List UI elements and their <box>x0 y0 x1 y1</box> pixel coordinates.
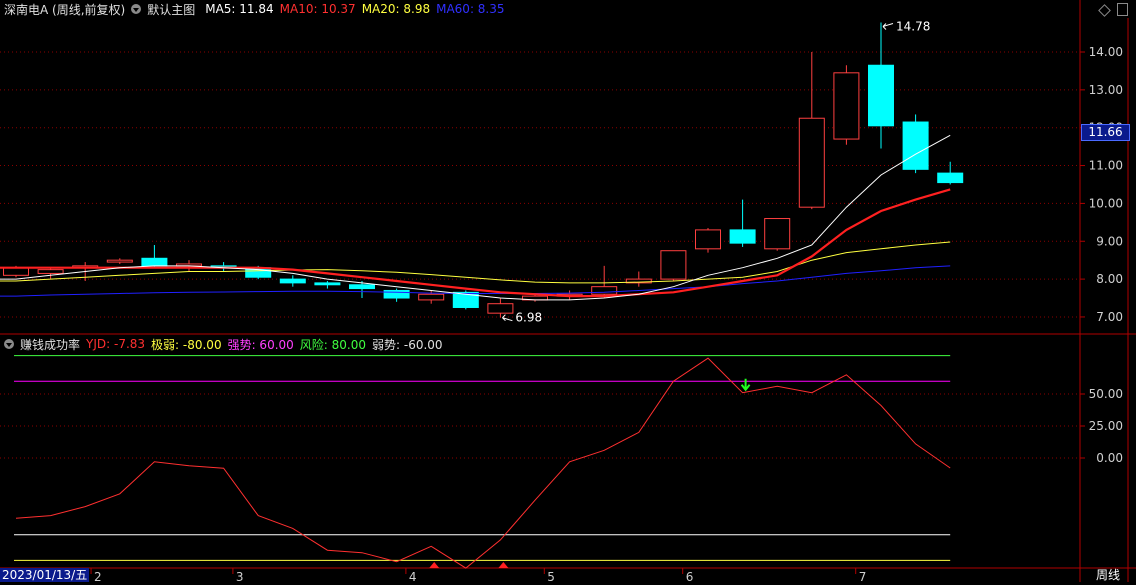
cursor-date-label: 2023/01/13/五 <box>0 568 90 582</box>
candle-body[interactable] <box>798 117 825 208</box>
x-tick-label: 2 <box>94 570 102 582</box>
candle-body[interactable] <box>729 229 756 244</box>
diamond-icon[interactable] <box>1098 4 1111 17</box>
candle-body[interactable] <box>902 121 929 170</box>
qiangshi-label: 强势: 60.00 <box>227 337 294 352</box>
ma20-label: MA20: 8.98 <box>361 2 431 16</box>
panel-icon[interactable] <box>1117 3 1128 16</box>
indicator-y-tick-label: 50.00 <box>1089 387 1123 401</box>
candle-body[interactable] <box>279 278 306 284</box>
yjd-line <box>15 357 951 569</box>
candle-body[interactable] <box>833 72 860 140</box>
ma10-label: MA10: 10.37 <box>279 2 356 16</box>
window-controls <box>1098 3 1128 17</box>
dropdown-icon[interactable] <box>131 4 142 14</box>
ma60-line <box>0 265 951 297</box>
annotation-label: 6.98 <box>515 311 542 325</box>
indicator-y-tick-label: 25.00 <box>1089 419 1123 433</box>
annotation-arrow <box>502 314 513 322</box>
candle-body[interactable] <box>3 267 29 276</box>
main-chart-header: 深南电A (周线,前复权) 默认主图 MA5: 11.84 MA10: 10.3… <box>0 0 511 18</box>
main-y-tick-label: 7.00 <box>1096 310 1123 324</box>
current-price-tag: 11.66 <box>1081 124 1130 141</box>
candle-body[interactable] <box>314 282 341 286</box>
x-tick-label: 6 <box>686 570 694 582</box>
candle-body[interactable] <box>349 284 375 290</box>
x-tick-label: 5 <box>547 570 555 582</box>
stock-title[interactable]: 深南电A (周线,前复权) <box>4 1 125 18</box>
chart-canvas[interactable]: 14.0013.0012.0011.0010.009.008.007.0050.… <box>0 0 1136 584</box>
candle-body[interactable] <box>106 259 133 263</box>
main-y-tick-label: 8.00 <box>1096 272 1123 286</box>
x-tick-label: 3 <box>236 570 244 582</box>
annotation-label: 14.78 <box>896 19 930 33</box>
annotation-arrow <box>882 22 894 30</box>
x-tick-label: 4 <box>409 570 417 582</box>
indicator-y-tick-label: 0.00 <box>1096 451 1123 465</box>
x-tick-label: 7 <box>859 570 867 582</box>
candle-body[interactable] <box>37 269 64 274</box>
candle-body[interactable] <box>418 293 445 301</box>
sell-signal-marker <box>740 378 751 392</box>
main-y-tick-label: 10.00 <box>1089 196 1123 210</box>
indicator-dropdown-icon[interactable] <box>4 339 14 349</box>
ma60-label: MA60: 8.35 <box>436 2 505 16</box>
main-y-tick-label: 9.00 <box>1096 234 1123 248</box>
main-y-tick-label: 14.00 <box>1089 45 1123 59</box>
candle-body[interactable] <box>764 218 791 250</box>
indicator-header: 赚钱成功率 YJD: -7.83 极弱: -80.00 强势: 60.00 风险… <box>0 335 449 353</box>
buy-signal-marker <box>498 562 509 568</box>
template-label[interactable]: 默认主图 <box>147 1 195 18</box>
candle-body[interactable] <box>591 286 618 295</box>
candle-body[interactable] <box>868 64 894 127</box>
jiruo-label: 极弱: -80.00 <box>151 337 222 352</box>
chart-stage[interactable]: 14.0013.0012.0011.0010.009.008.007.0050.… <box>0 0 1136 584</box>
buy-signal-marker <box>429 562 440 568</box>
candle-body[interactable] <box>141 257 168 267</box>
period-button[interactable]: 周线 <box>1084 568 1132 582</box>
ma5-label: MA5: 11.84 <box>205 2 274 16</box>
candle-body[interactable] <box>695 229 721 250</box>
candle-body[interactable] <box>487 303 514 314</box>
main-y-tick-label: 13.00 <box>1089 83 1123 97</box>
indicator-name[interactable]: 赚钱成功率 <box>20 336 80 353</box>
candle-body[interactable] <box>660 250 687 280</box>
candle-body[interactable] <box>937 172 964 184</box>
fengxian-label: 风险: 80.00 <box>299 337 367 352</box>
yjd-label: YJD: -7.83 <box>86 337 146 351</box>
ruoshi-label: 弱势: -60.00 <box>372 337 443 352</box>
main-y-tick-label: 11.00 <box>1089 159 1123 173</box>
candle-body[interactable] <box>383 289 410 299</box>
